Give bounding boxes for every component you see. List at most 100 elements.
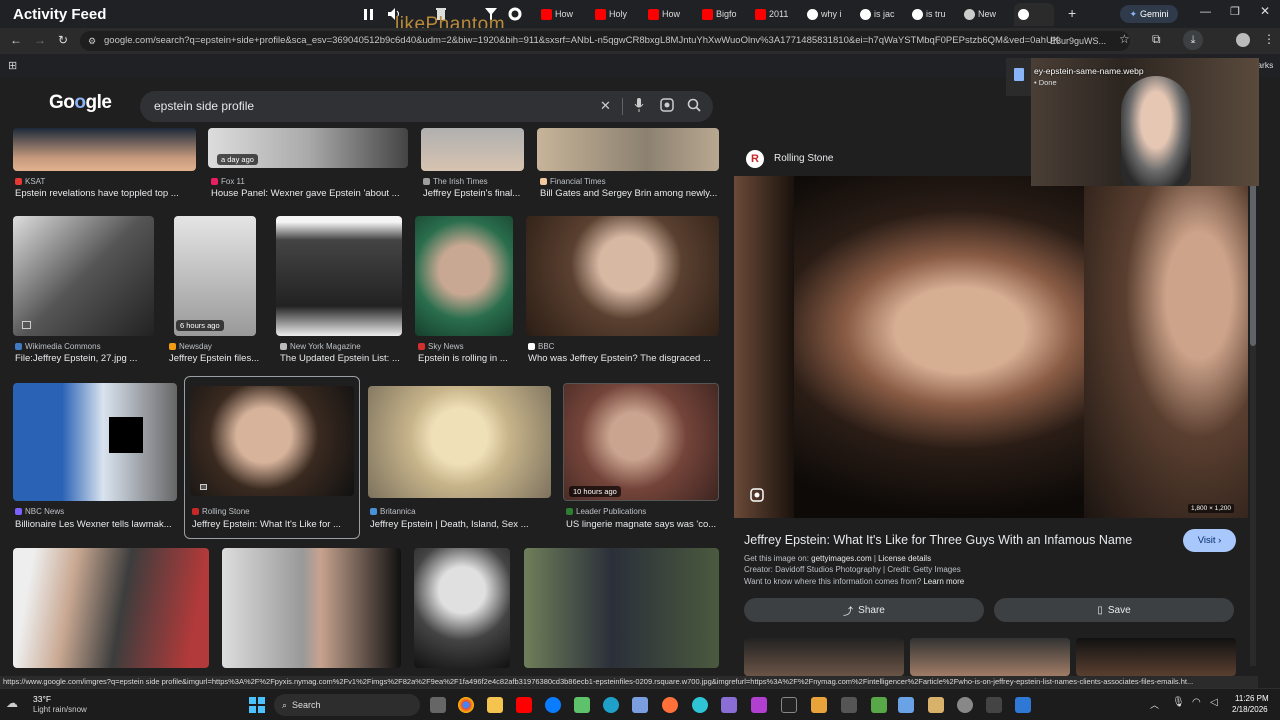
browser-tab[interactable]: How (541, 5, 589, 23)
learn-more-link[interactable]: Learn more (923, 577, 964, 586)
browser-tab[interactable]: New (964, 5, 1012, 23)
app-icon[interactable] (898, 697, 914, 713)
app-icon[interactable] (928, 697, 944, 713)
file-explorer-icon[interactable] (487, 697, 503, 713)
result-image[interactable] (13, 128, 196, 171)
download-icon[interactable]: ⤓ (1183, 30, 1203, 50)
camera-lens-icon[interactable] (660, 98, 674, 117)
result-image[interactable] (13, 548, 209, 668)
result-image[interactable]: a day ago (208, 128, 408, 168)
clock-time[interactable]: 11:26 PM (1235, 694, 1269, 703)
app-icon[interactable] (1015, 697, 1031, 713)
mic-tray-icon[interactable]: 🎙 (1172, 697, 1185, 708)
result-image[interactable] (414, 548, 510, 668)
wifi-icon[interactable]: ◠ (1192, 697, 1201, 708)
search-input[interactable]: epstein side profile (154, 99, 254, 113)
share-button[interactable]: ⤴ Share (744, 598, 984, 622)
search-icon[interactable] (687, 98, 701, 117)
microphone-icon[interactable] (634, 97, 644, 118)
messenger-icon[interactable] (545, 697, 561, 713)
visit-button[interactable]: Visit › (1183, 529, 1236, 552)
license-link[interactable]: License details (878, 554, 931, 563)
browser-tab[interactable]: is tru (912, 5, 960, 23)
getty-link[interactable]: gettyimages.com (811, 554, 871, 563)
volume-tray-icon[interactable]: ◁ (1210, 697, 1218, 708)
forward-icon[interactable]: → (34, 33, 46, 47)
result-image-selected[interactable] (190, 386, 354, 496)
result-image[interactable] (276, 216, 402, 336)
back-icon[interactable]: ← (10, 33, 22, 47)
edge-icon[interactable] (603, 697, 619, 713)
app-icon[interactable] (871, 697, 887, 713)
menu-icon[interactable]: ⋮ (1263, 32, 1275, 46)
panel-title[interactable]: Jeffrey Epstein: What It's Like for Thre… (744, 533, 1132, 547)
task-view-icon[interactable] (430, 697, 446, 713)
lens-search-icon[interactable] (750, 488, 764, 507)
download-popup[interactable] (1006, 58, 1031, 96)
result-caption[interactable]: Bill Gates and Sergey Brin among newly..… (540, 188, 720, 199)
result-caption[interactable]: Billionaire Les Wexner tells lawmak... (15, 519, 180, 530)
result-caption[interactable]: Who was Jeffrey Epstein? The disgraced .… (528, 353, 718, 364)
url-bar[interactable]: ⚙ google.com/search?q=epstein+side+profi… (80, 31, 1130, 51)
app-icon[interactable] (632, 697, 648, 713)
taskbar-search[interactable]: ⌕ Search (274, 694, 420, 716)
panel-source[interactable]: Rolling Stone (774, 153, 833, 164)
result-image[interactable] (368, 386, 551, 498)
result-image[interactable]: 10 hours ago (563, 383, 719, 501)
result-image[interactable] (421, 128, 524, 171)
result-image[interactable] (415, 216, 513, 336)
profile-avatar[interactable] (1236, 33, 1250, 47)
clear-icon[interactable]: ✕ (600, 98, 611, 114)
result-caption[interactable]: Epstein revelations have toppled top ... (15, 188, 195, 199)
save-button[interactable]: ▯ Save (994, 598, 1234, 622)
result-caption[interactable]: US lingerie magnate says was 'co... (566, 519, 721, 530)
site-info-icon[interactable]: ⚙ (88, 31, 96, 51)
result-image[interactable] (13, 216, 154, 336)
panel-scrollbar[interactable] (1250, 176, 1256, 666)
apps-grid-icon[interactable]: ⊞ (8, 59, 17, 72)
app-icon[interactable] (721, 697, 737, 713)
tray-chevron-icon[interactable]: ︿ (1150, 698, 1159, 711)
result-caption[interactable]: Jeffrey Epstein's final... (423, 188, 528, 199)
browser-tab[interactable]: Holy (595, 5, 643, 23)
bookmark-star-icon[interactable]: ☆ (1119, 32, 1130, 46)
result-image[interactable] (222, 548, 401, 668)
browser-tab[interactable]: is jac (860, 5, 908, 23)
app-icon[interactable] (751, 697, 767, 713)
result-image[interactable] (13, 383, 177, 501)
search-box[interactable]: epstein side profile ✕ (140, 91, 713, 122)
result-image[interactable]: 6 hours ago (174, 216, 256, 336)
result-caption[interactable]: The Updated Epstein List: ... (280, 353, 405, 364)
app-icon[interactable] (841, 697, 857, 713)
app-icon[interactable] (957, 697, 973, 713)
result-caption[interactable]: Jeffrey Epstein files... (169, 353, 264, 364)
result-caption[interactable]: Jeffrey Epstein: What It's Like for ... (192, 519, 352, 530)
result-caption[interactable]: Jeffrey Epstein | Death, Island, Sex ... (370, 519, 555, 530)
result-caption[interactable]: File:Jeffrey Epstein, 27.jpg ... (15, 353, 165, 364)
new-tab-button[interactable]: + (1068, 5, 1076, 21)
youtube-icon[interactable] (516, 697, 532, 713)
download-filename[interactable]: ey-epstein-same-name.webp (1034, 66, 1144, 76)
clock-date[interactable]: 2/18/2026 (1232, 705, 1268, 714)
gemini-button[interactable]: ✦ Gemini (1120, 5, 1178, 23)
result-caption[interactable]: Epstein is rolling in ... (418, 353, 518, 364)
chrome-icon[interactable] (458, 697, 474, 713)
active-tab[interactable] (1014, 3, 1054, 26)
related-image[interactable] (1076, 638, 1236, 676)
pause-icon[interactable] (363, 8, 375, 21)
browser-tab[interactable]: How (648, 5, 696, 23)
browser-tab[interactable]: 2011 (755, 5, 803, 23)
start-windows-icon[interactable] (249, 697, 265, 713)
result-image[interactable] (537, 128, 719, 171)
app-icon[interactable] (986, 697, 1002, 713)
preview-image[interactable]: 1,800 × 1,200 (734, 176, 1248, 518)
google-logo[interactable]: Google (49, 92, 112, 114)
minimize-icon[interactable]: — (1200, 6, 1211, 18)
scrollbar-thumb[interactable] (1250, 176, 1256, 346)
app-icon[interactable] (811, 697, 827, 713)
maximize-icon[interactable]: ❐ (1230, 5, 1240, 18)
browser-tab[interactable]: Bigfo (702, 5, 750, 23)
close-icon[interactable]: ✕ (1260, 4, 1270, 18)
settings-gear-icon[interactable] (508, 7, 522, 26)
result-image[interactable] (524, 548, 719, 668)
